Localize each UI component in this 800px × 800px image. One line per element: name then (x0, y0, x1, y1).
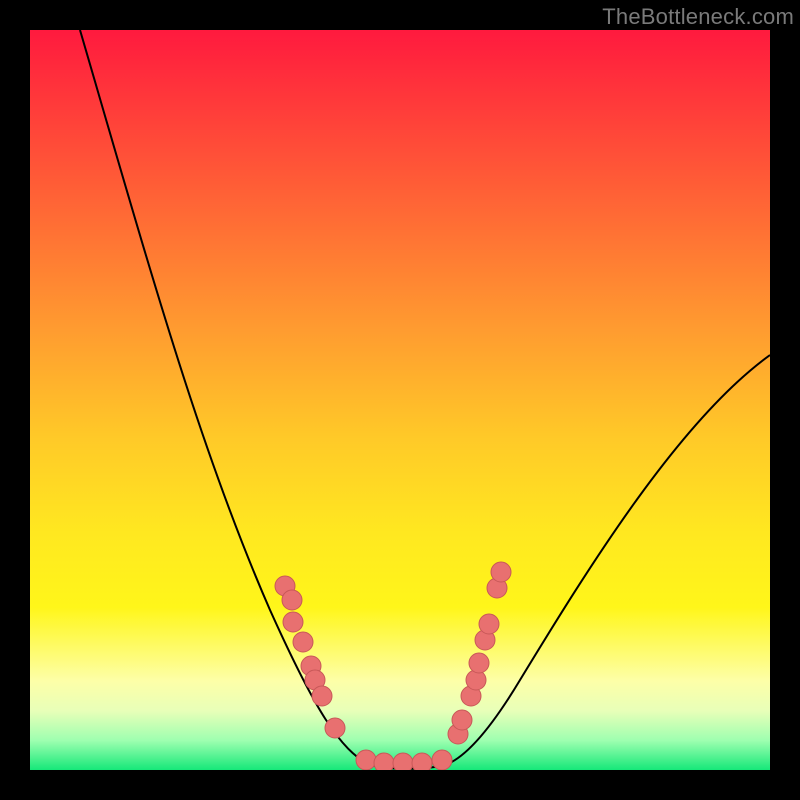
data-point (312, 686, 332, 706)
chart-frame: TheBottleneck.com (0, 0, 800, 800)
watermark-text: TheBottleneck.com (602, 4, 794, 30)
data-point (393, 753, 413, 770)
data-point (282, 590, 302, 610)
data-points (275, 562, 511, 770)
data-point (293, 632, 313, 652)
curve-svg (30, 30, 770, 770)
data-point (491, 562, 511, 582)
data-point (479, 614, 499, 634)
bottleneck-curve (80, 30, 770, 769)
plot-area (30, 30, 770, 770)
data-point (356, 750, 376, 770)
data-point (432, 750, 452, 770)
data-point (452, 710, 472, 730)
data-point (412, 753, 432, 770)
data-point (325, 718, 345, 738)
data-point (283, 612, 303, 632)
data-point (374, 753, 394, 770)
data-point (469, 653, 489, 673)
